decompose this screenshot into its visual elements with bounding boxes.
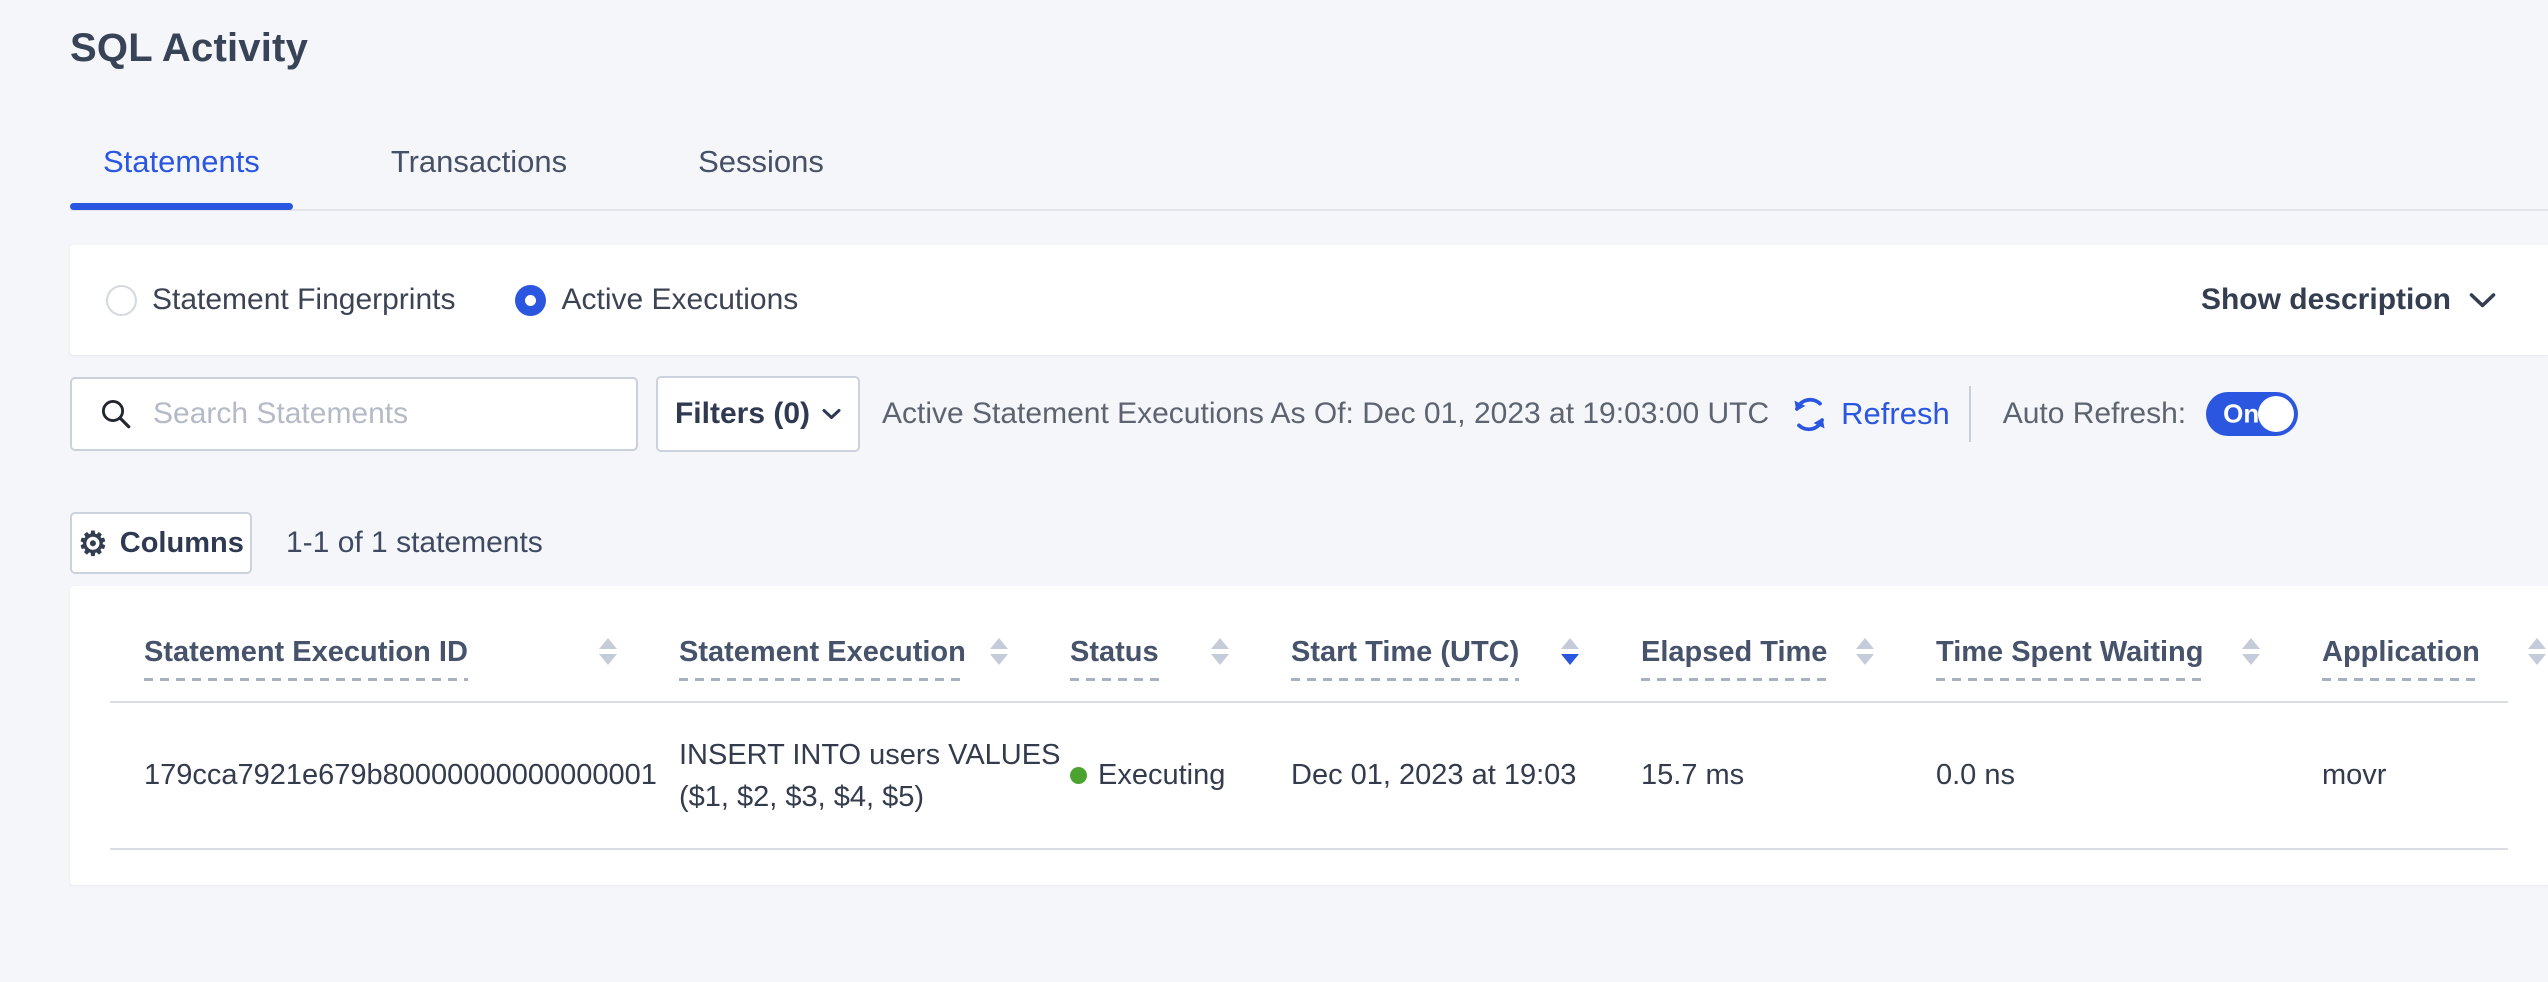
column-label: Statement Execution — [679, 636, 966, 681]
column-label: Elapsed Time — [1641, 636, 1827, 681]
chevron-down-icon — [822, 408, 841, 420]
column-label: Application — [2322, 636, 2480, 681]
page-title: SQL Activity — [70, 26, 308, 71]
auto-refresh-label: Auto Refresh: — [2003, 397, 2186, 431]
tab-sessions[interactable]: Sessions — [665, 144, 857, 209]
statement-line-1: INSERT INTO users VALUES — [679, 734, 1060, 776]
sort-icon — [2242, 638, 2260, 665]
show-description-button[interactable]: Show description — [2201, 245, 2496, 355]
statements-table: Statement Execution ID Statement Executi… — [70, 586, 2548, 885]
sort-icon-active-desc — [1561, 638, 1579, 665]
column-label: Time Spent Waiting — [1936, 636, 2203, 681]
result-count: 1-1 of 1 statements — [286, 526, 543, 560]
refresh-button[interactable]: Refresh — [1787, 392, 1950, 437]
vertical-divider — [1969, 386, 1971, 442]
show-description-label: Show description — [2201, 283, 2451, 317]
statement-line-2: ($1, $2, $3, $4, $5) — [679, 776, 924, 818]
refresh-label: Refresh — [1841, 396, 1950, 432]
cell-status: Executing — [1070, 759, 1291, 792]
cell-time-spent-waiting: 0.0 ns — [1936, 759, 2322, 792]
header-cell-start-time[interactable]: Start Time (UTC) — [1291, 586, 1641, 701]
toggle-state-label: On — [2223, 399, 2259, 430]
refresh-icon — [1787, 392, 1832, 437]
header-cell-time-spent-waiting[interactable]: Time Spent Waiting — [1936, 586, 2322, 701]
cell-start-time: Dec 01, 2023 at 19:03 — [1291, 759, 1641, 792]
sort-icon — [599, 638, 617, 665]
row-separator — [110, 848, 2508, 850]
filters-label: Filters (0) — [675, 397, 810, 431]
column-label: Status — [1070, 636, 1159, 681]
header-cell-statement-execution[interactable]: Statement Execution — [679, 586, 1070, 701]
sql-activity-page: SQL Activity Statements Transactions Ses… — [0, 0, 2548, 982]
sort-icon — [1856, 638, 1874, 665]
cell-application: movr — [2322, 759, 2548, 792]
sort-icon — [990, 638, 1008, 665]
view-mode-card: Statement Fingerprints Active Executions… — [70, 245, 2548, 355]
header-cell-status[interactable]: Status — [1070, 586, 1291, 701]
column-label: Statement Execution ID — [144, 636, 468, 681]
cell-execution-id[interactable]: 179cca7921e679b80000000000000001 — [144, 759, 679, 792]
search-placeholder: Search Statements — [153, 397, 408, 431]
radio-label: Active Executions — [561, 283, 798, 317]
header-cell-application[interactable]: Application — [2322, 586, 2548, 701]
header-cell-statement-execution-id[interactable]: Statement Execution ID — [144, 586, 679, 701]
columns-label: Columns — [120, 527, 244, 560]
table-header-row: Statement Execution ID Statement Executi… — [70, 586, 2548, 701]
columns-button[interactable]: ⚙ Columns — [70, 512, 252, 574]
auto-refresh-toggle[interactable]: On — [2206, 392, 2298, 436]
radio-label: Statement Fingerprints — [152, 283, 455, 317]
tab-statements[interactable]: Statements — [70, 144, 293, 209]
chevron-down-icon — [2469, 292, 2496, 309]
cell-elapsed-time: 15.7 ms — [1641, 759, 1936, 792]
tab-bar: Statements Transactions Sessions — [70, 144, 2548, 211]
cell-statement: INSERT INTO users VALUES ($1, $2, $3, $4… — [679, 734, 1070, 818]
header-cell-elapsed-time[interactable]: Elapsed Time — [1641, 586, 1936, 701]
radio-off-icon — [106, 285, 137, 316]
as-of-timestamp: Active Statement Executions As Of: Dec 0… — [882, 397, 1769, 431]
toggle-knob — [2258, 396, 2294, 432]
radio-active-executions[interactable]: Active Executions — [515, 283, 798, 317]
search-input[interactable]: Search Statements — [70, 377, 638, 451]
gear-icon: ⚙ — [78, 527, 108, 560]
toolbar: Search Statements Filters (0) Active Sta… — [70, 376, 2548, 452]
radio-on-icon — [515, 285, 546, 316]
sort-icon — [1211, 638, 1229, 665]
sort-icon — [2528, 638, 2546, 665]
search-icon — [98, 396, 134, 432]
table-row[interactable]: 179cca7921e679b80000000000000001 INSERT … — [70, 703, 2548, 848]
tab-transactions[interactable]: Transactions — [358, 144, 600, 209]
status-dot-icon — [1070, 767, 1087, 784]
radio-statement-fingerprints[interactable]: Statement Fingerprints — [106, 283, 455, 317]
filters-button[interactable]: Filters (0) — [656, 376, 860, 452]
table-controls: ⚙ Columns 1-1 of 1 statements — [70, 512, 543, 574]
status-label: Executing — [1098, 759, 1225, 792]
column-label: Start Time (UTC) — [1291, 636, 1519, 681]
